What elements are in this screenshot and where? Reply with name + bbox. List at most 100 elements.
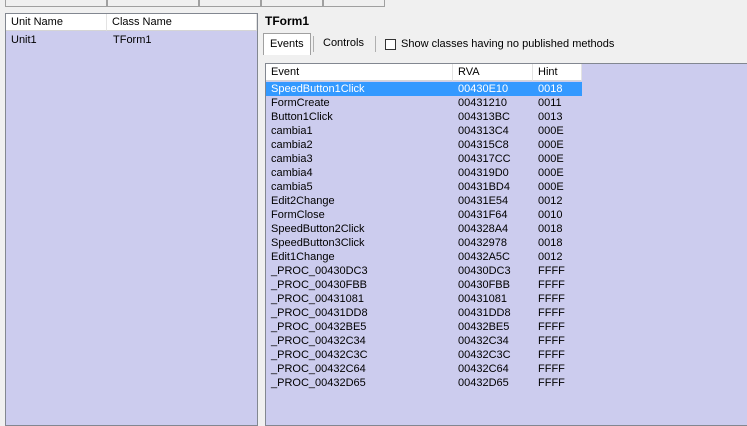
unit-name: Unit1 [11, 34, 37, 46]
hint-value: FFFF [538, 293, 565, 305]
rva-value: 00432D65 [458, 377, 509, 389]
table-row[interactable]: Button1Click 004313BC 0013 [266, 110, 582, 124]
table-row[interactable]: FormClose 00431F64 0010 [266, 208, 582, 222]
event-name: SpeedButton2Click [271, 223, 365, 235]
table-row[interactable]: cambia1 004313C4 000E [266, 124, 582, 138]
table-row[interactable]: _PROC_00432C64 00432C64 FFFF [266, 362, 582, 376]
hint-value: FFFF [538, 321, 565, 333]
rva-value: 00432C34 [458, 335, 509, 347]
table-row[interactable]: cambia3 004317CC 000E [266, 152, 582, 166]
hint-value: 0011 [538, 97, 562, 109]
top-tab-strip [0, 0, 747, 8]
event-name: cambia2 [271, 139, 313, 151]
table-row[interactable]: _PROC_00431DD8 00431DD8 FFFF [266, 306, 582, 320]
column-header-unit-name[interactable]: Unit Name [6, 14, 107, 31]
table-row[interactable]: SpeedButton3Click 00432978 0018 [266, 236, 582, 250]
hint-value: FFFF [538, 363, 565, 375]
event-name: Edit2Change [271, 195, 335, 207]
hint-value: 000E [538, 153, 564, 165]
event-name: _PROC_00432BE5 [271, 321, 367, 333]
rva-value: 00432978 [458, 237, 507, 249]
table-row[interactable]: _PROC_00431081 00431081 FFFF [266, 292, 582, 306]
event-name: _PROC_00432D65 [271, 377, 366, 389]
event-name: _PROC_00430FBB [271, 279, 367, 291]
table-row[interactable]: cambia2 004315C8 000E [266, 138, 582, 152]
hint-value: 000E [538, 167, 564, 179]
table-row[interactable]: cambia4 004319D0 000E [266, 166, 582, 180]
column-header-event[interactable]: Event [266, 64, 453, 81]
show-classes-label[interactable]: Show classes having no published methods [401, 37, 614, 51]
top-tab[interactable] [323, 0, 385, 7]
hint-value: FFFF [538, 279, 565, 291]
rva-value: 00431BD4 [458, 181, 510, 193]
rva-value: 004317CC [458, 153, 511, 165]
hint-value: 0010 [538, 209, 563, 221]
tab-events[interactable]: Events [263, 33, 311, 55]
event-name: cambia5 [271, 181, 313, 193]
table-row[interactable]: Edit2Change 00431E54 0012 [266, 194, 582, 208]
rva-value: 00432BE5 [458, 321, 510, 333]
rva-value: 00431081 [458, 293, 507, 305]
form-title: TForm1 [265, 14, 310, 28]
rva-value: 004313C4 [458, 125, 509, 137]
rva-value: 00432C3C [458, 349, 511, 361]
table-row[interactable]: SpeedButton2Click 004328A4 0018 [266, 222, 582, 236]
rva-value: 004328A4 [458, 223, 509, 235]
tab-controls[interactable]: Controls [317, 33, 370, 54]
top-tab[interactable] [199, 0, 261, 7]
event-name: SpeedButton3Click [271, 237, 365, 249]
rva-value: 00431F64 [458, 209, 508, 221]
column-header-rva[interactable]: RVA [453, 64, 533, 81]
hint-value: 0018 [538, 237, 563, 249]
column-header-label: Unit Name [11, 16, 63, 28]
column-header-hint[interactable]: Hint [533, 64, 582, 81]
table-row[interactable]: _PROC_00432D65 00432D65 FFFF [266, 376, 582, 390]
rva-value: 00432C64 [458, 363, 509, 375]
events-grid[interactable]: Event RVA Hint SpeedButton1Click 00430E10… [265, 63, 747, 426]
hint-value: FFFF [538, 335, 565, 347]
units-list[interactable]: Unit Name Class Name Unit1 TForm1 [5, 13, 258, 426]
table-row[interactable]: cambia5 00431BD4 000E [266, 180, 582, 194]
rva-value: 004319D0 [458, 167, 509, 179]
rva-value: 004313BC [458, 111, 510, 123]
table-row[interactable]: _PROC_00430DC3 00430DC3 FFFF [266, 264, 582, 278]
event-name: _PROC_00432C64 [271, 363, 366, 375]
hint-value: 0012 [538, 251, 563, 263]
event-name: FormClose [271, 209, 325, 221]
tab-label: Events [270, 38, 304, 50]
column-header-label: RVA [458, 66, 480, 78]
rva-value: 00430E10 [458, 83, 509, 95]
event-name: _PROC_00431081 [271, 293, 364, 305]
hint-value: 000E [538, 181, 564, 193]
table-row[interactable]: _PROC_00432C3C 00432C3C FFFF [266, 348, 582, 362]
hint-value: 0012 [538, 195, 563, 207]
rva-value: 00431E54 [458, 195, 509, 207]
hint-value: FFFF [538, 265, 565, 277]
rva-value: 00430DC3 [458, 265, 511, 277]
column-header-label: Class Name [112, 16, 172, 28]
hint-value: 000E [538, 125, 564, 137]
show-classes-checkbox[interactable] [385, 39, 396, 50]
top-tab[interactable] [261, 0, 323, 7]
event-name: Edit1Change [271, 251, 335, 263]
rva-value: 00432A5C [458, 251, 510, 263]
event-name: cambia1 [271, 125, 313, 137]
column-header-label: Event [271, 66, 300, 78]
event-name: cambia4 [271, 167, 313, 179]
rva-value: 00431210 [458, 97, 507, 109]
list-item[interactable]: Unit1 TForm1 [6, 33, 257, 47]
column-header-class-name[interactable]: Class Name [107, 14, 257, 31]
table-row[interactable]: _PROC_00432C34 00432C34 FFFF [266, 334, 582, 348]
top-tab[interactable] [107, 0, 199, 7]
hint-value: FFFF [538, 377, 565, 389]
event-name: cambia3 [271, 153, 313, 165]
table-row[interactable]: Edit1Change 00432A5C 0012 [266, 250, 582, 264]
top-tab[interactable] [5, 0, 107, 7]
table-row[interactable]: _PROC_00432BE5 00432BE5 FFFF [266, 320, 582, 334]
tab-label: Controls [323, 37, 364, 49]
table-row[interactable]: SpeedButton1Click 00430E10 0018 [266, 82, 582, 96]
hint-value: 000E [538, 139, 564, 151]
table-row[interactable]: FormCreate 00431210 0011 [266, 96, 582, 110]
table-row[interactable]: _PROC_00430FBB 00430FBB FFFF [266, 278, 582, 292]
tab-separator [375, 36, 376, 52]
